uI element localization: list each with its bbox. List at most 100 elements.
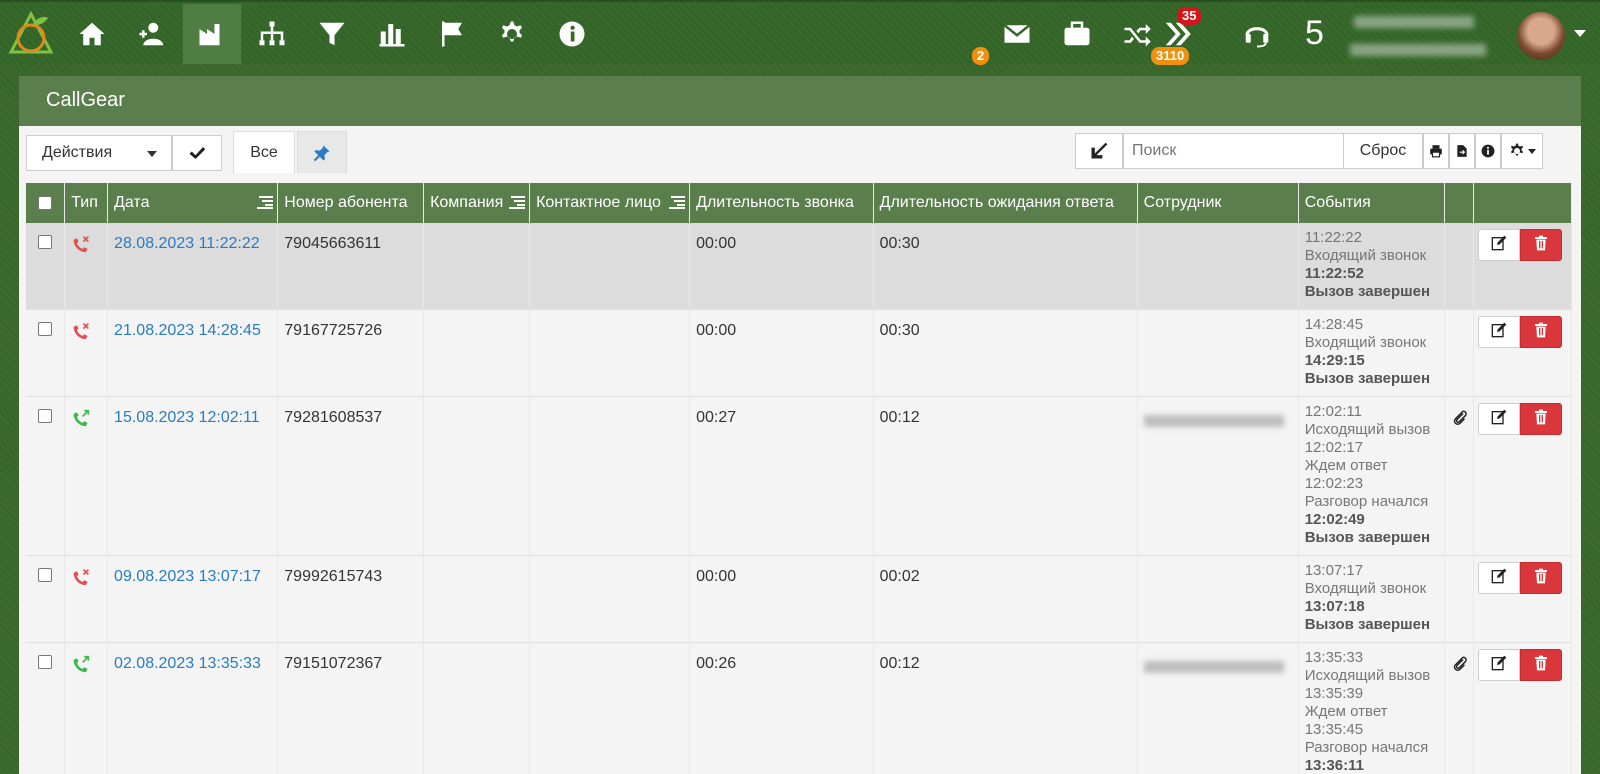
call-duration: 00:27 [689, 396, 874, 556]
date-link[interactable]: 02.08.2023 13:35:33 [114, 655, 261, 672]
company-cell [423, 396, 531, 556]
contacts-icon[interactable] [123, 4, 181, 64]
header-events[interactable]: События [1298, 183, 1445, 223]
header-number[interactable]: Номер абонента [277, 183, 425, 223]
flag-icon[interactable] [423, 4, 481, 64]
subscriber-number: 79167725726 [277, 309, 425, 397]
mail-icon[interactable] [988, 4, 1046, 64]
print-icon [1430, 145, 1442, 158]
date-link[interactable]: 21.08.2023 14:28:45 [114, 322, 261, 339]
info-button[interactable] [1475, 133, 1501, 169]
edit-button[interactable] [1478, 316, 1521, 348]
edit-button[interactable] [1478, 403, 1521, 435]
call-date[interactable]: 02.08.2023 13:35:33 [107, 642, 279, 774]
sort-icon[interactable] [257, 195, 274, 209]
header-duration[interactable]: Длительность звонка [689, 183, 874, 223]
date-link[interactable]: 28.08.2023 11:22:22 [114, 235, 260, 252]
paperclip-icon[interactable] [1451, 656, 1469, 677]
event-line: 11:22:52 [1304, 265, 1364, 282]
row-select[interactable] [26, 223, 66, 310]
header-contact[interactable]: Контактное лицо [529, 183, 691, 223]
call-date[interactable]: 15.08.2023 12:02:11 [107, 396, 279, 556]
event-line: 13:36:11 [1304, 757, 1364, 774]
avatar[interactable] [1517, 12, 1565, 60]
attach-cell [1444, 396, 1475, 556]
companies-icon[interactable] [183, 4, 241, 64]
table-row[interactable]: 28.08.2023 11:22:22 79045663611 00:00 00:30… [26, 223, 1572, 310]
select-all-checkbox[interactable] [38, 196, 53, 210]
table-row[interactable]: 21.08.2023 14:28:45 79167725726 00:00 00:30… [26, 309, 1572, 397]
date-link[interactable]: 09.08.2023 13:07:17 [114, 568, 261, 585]
row-checkbox[interactable] [38, 568, 53, 582]
header-date[interactable]: Дата [107, 183, 279, 223]
call-date[interactable]: 21.08.2023 14:28:45 [107, 309, 279, 397]
briefcase-icon[interactable] [1048, 4, 1106, 64]
chevron-down-icon[interactable] [1574, 30, 1586, 37]
row-checkbox[interactable] [38, 235, 53, 249]
user-role [1350, 44, 1486, 56]
outgoing-call-icon [71, 655, 91, 677]
row-select[interactable] [26, 642, 66, 774]
row-select[interactable] [26, 396, 66, 556]
call-date[interactable]: 09.08.2023 13:07:17 [107, 555, 279, 643]
import-button[interactable] [1075, 133, 1123, 169]
tab-all[interactable]: Все [233, 131, 295, 173]
header-type[interactable]: Тип [64, 183, 109, 223]
delete-button[interactable] [1520, 562, 1563, 594]
edit-button[interactable] [1478, 229, 1521, 261]
header-company[interactable]: Компания [423, 183, 531, 223]
gear-icon[interactable] [483, 4, 541, 64]
info-icon[interactable] [543, 4, 601, 64]
row-checkbox[interactable] [38, 409, 53, 423]
logo-icon[interactable] [6, 8, 56, 60]
header-actions [1473, 183, 1572, 223]
row-select[interactable] [26, 555, 66, 643]
edit-button[interactable] [1478, 562, 1521, 594]
employee-cell [1137, 223, 1299, 310]
reset-button[interactable]: Сброс [1343, 133, 1423, 169]
row-checkbox[interactable] [38, 322, 53, 336]
delete-button[interactable] [1520, 316, 1563, 348]
call-duration: 00:26 [689, 642, 874, 774]
edit-icon [1491, 655, 1507, 676]
structure-icon[interactable] [243, 4, 301, 64]
sort-icon[interactable] [509, 195, 526, 209]
row-checkbox[interactable] [38, 655, 53, 669]
header-wait[interactable]: Длительность ожидания ответа [873, 183, 1138, 223]
print-button[interactable] [1423, 133, 1449, 169]
call-date[interactable]: 28.08.2023 11:22:22 [107, 223, 279, 310]
header-attach [1444, 183, 1475, 223]
sort-icon[interactable] [669, 195, 686, 209]
arrows-badge: 35 [1177, 7, 1202, 25]
home-icon[interactable] [63, 4, 121, 64]
header-select-all[interactable] [26, 183, 66, 223]
table-row[interactable]: 02.08.2023 13:35:33 79151072367 00:26 00:12… [26, 642, 1572, 774]
table-row[interactable]: 15.08.2023 12:02:11 79281608537 00:27 00:12… [26, 396, 1572, 556]
search-input[interactable] [1123, 133, 1345, 169]
apply-button[interactable] [172, 135, 222, 171]
event-line: 14:28:45 [1304, 316, 1364, 333]
chart-icon[interactable] [363, 4, 421, 64]
paperclip-icon[interactable] [1451, 410, 1469, 431]
edit-button[interactable] [1478, 649, 1521, 681]
employee-name [1143, 661, 1284, 673]
date-link[interactable]: 15.08.2023 12:02:11 [114, 409, 260, 426]
row-select[interactable] [26, 309, 66, 397]
header-employee[interactable]: Сотрудник [1137, 183, 1299, 223]
export-button[interactable] [1449, 133, 1475, 169]
table-row[interactable]: 09.08.2023 13:07:17 79992615743 00:00 00:02… [26, 555, 1572, 643]
contact-cell [529, 396, 691, 556]
settings-dropdown[interactable] [1501, 133, 1543, 169]
delete-button[interactable] [1520, 403, 1563, 435]
delete-button[interactable] [1520, 229, 1563, 261]
headset-icon[interactable] [1228, 4, 1286, 64]
event-line: Ждем ответ [1304, 703, 1388, 720]
wait-duration: 00:02 [873, 555, 1138, 643]
edit-icon [1491, 409, 1507, 430]
actions-dropdown[interactable]: Действия [26, 135, 172, 171]
call-type [64, 642, 109, 774]
company-cell [423, 555, 531, 643]
delete-button[interactable] [1520, 649, 1563, 681]
funnel-icon[interactable] [303, 4, 361, 64]
tab-pinned[interactable] [297, 131, 347, 173]
